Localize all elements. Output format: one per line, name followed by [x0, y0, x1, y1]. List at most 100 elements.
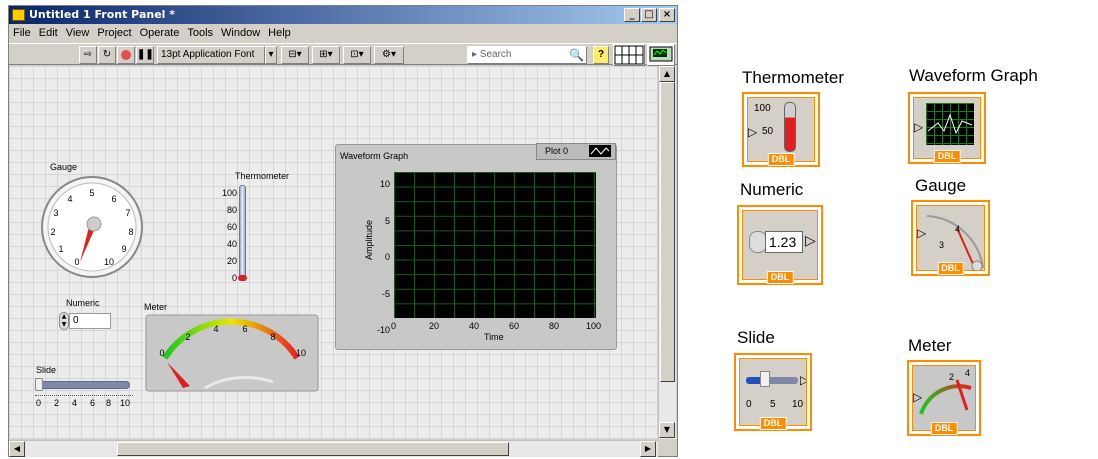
terminal-input-arrow-icon: ▷	[914, 120, 924, 134]
slide-tick: 8	[106, 398, 112, 408]
horizontal-scroll-thumb[interactable]	[117, 442, 509, 456]
gauge-tick-2: 2	[50, 227, 55, 237]
run-continuously-icon[interactable]: ↻	[98, 46, 116, 64]
window-title: Untitled 1 Front Panel *	[29, 8, 176, 21]
svg-text:2: 2	[949, 372, 954, 382]
terminal-output-arrow-icon: ▷	[800, 373, 806, 387]
close-button[interactable]: ×	[659, 8, 675, 22]
front-panel-window: Untitled 1 Front Panel * _ □ × File Edit V…	[8, 5, 678, 457]
gauge[interactable]: 0 1 2 3 4 5 6 7 8 9 10	[39, 174, 145, 280]
menu-edit[interactable]: Edit	[35, 25, 62, 41]
dbl-badge: DBL	[759, 417, 787, 430]
terminal-waveform-graph[interactable]: ▷ DBL	[908, 92, 986, 164]
menu-project[interactable]: Project	[93, 25, 135, 41]
scroll-down-icon[interactable]: ▼	[659, 422, 675, 438]
slide-thumb[interactable]	[35, 378, 43, 391]
front-panel-canvas[interactable]: Gauge 0 1 2 3 4 5 6 7 8 9 10 Thermometer	[9, 66, 657, 439]
gauge-tick-9: 9	[121, 244, 126, 254]
help-icon[interactable]: ?	[593, 46, 609, 64]
plot-legend-label: Plot 0	[545, 146, 569, 156]
connector-pane-icon[interactable]	[613, 44, 645, 66]
maximize-button[interactable]: □	[641, 8, 657, 22]
horizontal-scrollbar[interactable]: ◀ ▶	[9, 440, 658, 457]
gauge-tick-10: 10	[104, 257, 114, 267]
graph-xtick: 60	[509, 321, 520, 331]
menu-window[interactable]: Window	[217, 25, 264, 41]
menu-help[interactable]: Help	[264, 25, 295, 41]
graph-ytick: -5	[381, 288, 390, 299]
menu-file[interactable]: File	[9, 25, 35, 41]
gauge-tick-8: 8	[128, 227, 133, 237]
graph-xlabel: Time	[484, 332, 504, 342]
plot-legend-swatch	[589, 145, 611, 157]
graph-xtick: 80	[549, 321, 560, 331]
svg-text:3: 3	[939, 240, 944, 250]
distribute-icon[interactable]: ⊞▾	[312, 46, 340, 64]
meter-tick: 10	[296, 348, 306, 358]
thermometer-label: Thermometer	[235, 171, 290, 181]
plot-legend[interactable]: Plot 0	[536, 143, 616, 160]
slide-track[interactable]	[37, 381, 130, 389]
numeric-increment-decrement[interactable]: ▲ ▼	[59, 312, 69, 330]
meter-tick: 8	[270, 332, 275, 342]
numeric-field[interactable]: 0	[69, 313, 111, 329]
terminal-thermometer[interactable]: 100 50 ▷ DBL	[742, 92, 820, 167]
terminal-input-arrow-icon: ▷	[917, 226, 927, 240]
scroll-left-icon[interactable]: ◀	[9, 441, 25, 457]
numeric-label: Numeric	[66, 298, 100, 308]
title-bar[interactable]: Untitled 1 Front Panel * _ □ ×	[9, 6, 677, 24]
font-select[interactable]: 13pt Application Font	[157, 46, 265, 64]
pause-icon[interactable]: ❚❚	[136, 46, 154, 64]
thermometer-tick: 60	[226, 222, 237, 232]
graph-ytick: 10	[379, 179, 390, 189]
font-dropdown-icon[interactable]: ▾	[265, 46, 277, 64]
terminal-gauge[interactable]: 3 4 ▷ DBL	[911, 200, 990, 276]
terminal-input-arrow-icon: ▷	[748, 125, 758, 139]
numeric-terminal-icon: 1.23 ▷	[742, 210, 818, 280]
gauge-tick-4: 4	[67, 194, 72, 204]
slide-tick: 0	[36, 398, 42, 408]
meter-tick: 2	[185, 332, 190, 342]
gauge-label: Gauge	[50, 162, 78, 172]
gauge-hub	[86, 216, 102, 232]
terminal-numeric[interactable]: 1.23 ▷ DBL	[737, 205, 823, 285]
terminal-input-arrow-icon: ▷	[913, 390, 923, 404]
slide-tick: 4	[72, 398, 78, 408]
scroll-right-icon[interactable]: ▶	[640, 441, 656, 457]
abort-icon[interactable]	[117, 46, 135, 64]
vi-icon[interactable]	[647, 44, 675, 66]
search-icon[interactable]: 🔍	[569, 48, 584, 62]
gauge-tick-3: 3	[53, 208, 58, 218]
thermometer-scale: 100 80 60 40 20 0	[215, 185, 237, 287]
meter-tick: 4	[213, 324, 218, 334]
terminal-slide[interactable]: ▷ 0 5 10 DBL	[734, 353, 812, 431]
toolbar: ⇨ ↻ ❚❚ 13pt Application Font ▾ ⊟▾ ⊞▾ ⊡▾ …	[9, 43, 677, 66]
graph-xtick: 40	[469, 321, 480, 331]
reorder-icon[interactable]: ⚙▾	[374, 46, 404, 64]
menu-view[interactable]: View	[62, 25, 94, 41]
waveform-graph[interactable]: Waveform Graph Plot 0 Amplitude 10 5 0 -…	[335, 143, 617, 350]
minimize-button[interactable]: _	[624, 8, 640, 22]
meter-tick: 0	[159, 348, 164, 358]
graph-plot-area[interactable]	[394, 172, 596, 318]
run-arrow-icon[interactable]: ⇨	[79, 46, 97, 64]
meter[interactable]: 0 2 4 6 8 10	[145, 314, 319, 392]
align-icon[interactable]: ⊟▾	[281, 46, 309, 64]
terminal-thermo-tick: 50	[762, 126, 774, 137]
terminal-meter[interactable]: 2 4 ▷ DBL	[907, 360, 981, 436]
menu-tools[interactable]: Tools	[183, 25, 217, 41]
dbl-badge: DBL	[766, 271, 794, 284]
terminal-slide-tick: 10	[792, 399, 804, 410]
terminal-numeric-value: 1.23	[765, 231, 803, 253]
gauge-tick-5: 5	[89, 188, 94, 198]
slide-tick: 2	[54, 398, 60, 408]
terminal-slide-label: Slide	[737, 328, 775, 347]
graph-xtick: 0	[391, 321, 397, 331]
thermometer-tick: 100	[221, 188, 237, 198]
thermometer-tick: 0	[231, 273, 237, 283]
scroll-up-icon[interactable]: ▲	[659, 66, 675, 82]
vertical-scroll-thumb[interactable]	[660, 82, 675, 382]
menu-operate[interactable]: Operate	[136, 25, 184, 41]
resize-icon[interactable]: ⊡▾	[343, 46, 371, 64]
vertical-scrollbar[interactable]: ▲ ▼	[658, 66, 676, 439]
